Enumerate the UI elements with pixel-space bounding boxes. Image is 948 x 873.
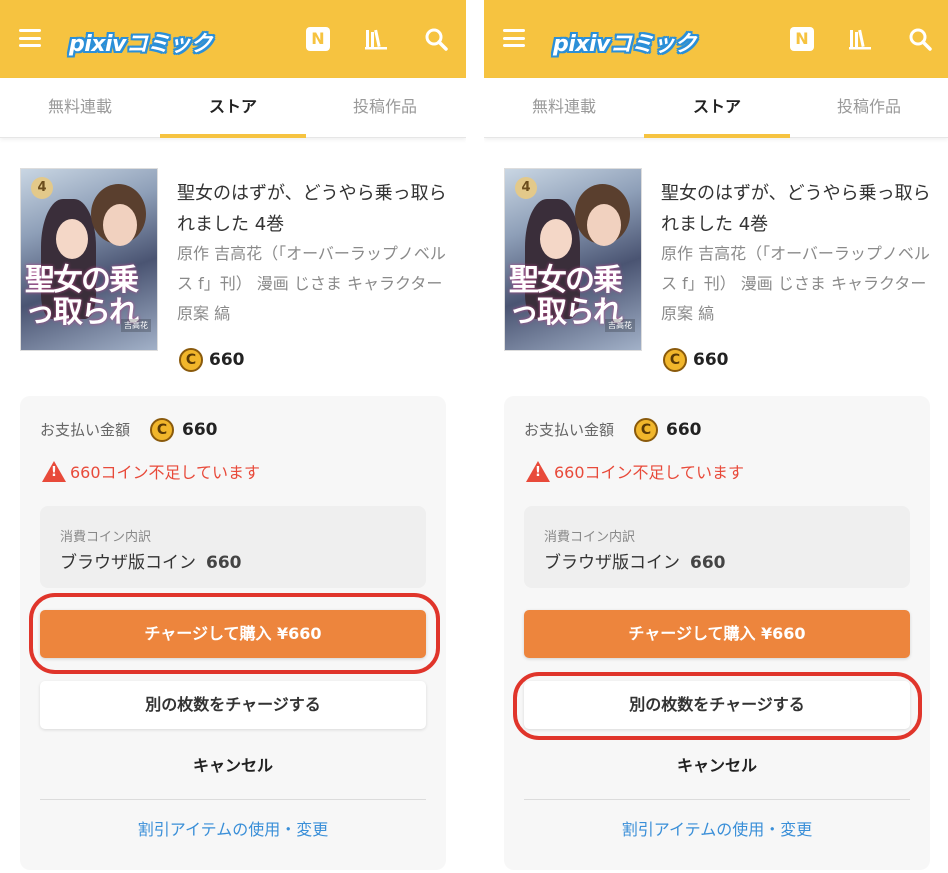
- tab-free-serial[interactable]: 無料連載: [7, 78, 153, 138]
- news-icon[interactable]: N: [306, 27, 330, 51]
- app-header: pixivコミック N: [0, 0, 466, 78]
- tab-store[interactable]: ストア: [160, 78, 306, 138]
- book-cover-image: 4 聖女の乗っ取られ 吉高花: [20, 168, 158, 351]
- warning-icon: [42, 460, 66, 482]
- payment-label: お支払い金額: [40, 421, 131, 439]
- logo-text: pixivコミック: [553, 32, 696, 57]
- coin-icon: [179, 348, 203, 372]
- search-icon[interactable]: [424, 27, 448, 51]
- warning-text: 660コイン不足しています: [554, 463, 745, 482]
- insufficient-coins-warning: 660コイン不足しています: [526, 459, 744, 483]
- payment-label: お支払い金額: [524, 421, 615, 439]
- pixiv-comic-logo[interactable]: pixivコミック: [69, 26, 229, 57]
- book-cover-image: 4 聖女の乗っ取られ 吉高花: [504, 168, 642, 351]
- bookshelf-icon[interactable]: [364, 27, 388, 51]
- cancel-button[interactable]: キャンセル: [524, 746, 910, 786]
- tab-bar: 無料連載 ストア 投稿作品: [484, 78, 948, 138]
- book-title: 聖女のはずが、どうやら乗っ取られました 4巻: [177, 183, 447, 235]
- charge-and-buy-button[interactable]: チャージして購入 ¥660: [524, 610, 910, 658]
- volume-badge: 4: [31, 177, 53, 199]
- tab-store[interactable]: ストア: [644, 78, 790, 138]
- screen-left: pixivコミック N 無料連載 ストア 投稿作品 4 聖女の乗っ取られ 吉高花…: [0, 0, 466, 873]
- cover-author: 吉高花: [605, 319, 635, 332]
- bookshelf-icon[interactable]: [848, 27, 872, 51]
- payment-amount: 660: [666, 420, 702, 440]
- charge-other-amount-button[interactable]: 別の枚数をチャージする: [40, 681, 426, 729]
- divider: [40, 799, 426, 800]
- divider: [524, 799, 910, 800]
- tab-bar: 無料連載 ストア 投稿作品: [0, 78, 466, 138]
- tab-posted-works[interactable]: 投稿作品: [312, 78, 458, 138]
- warning-text: 660コイン不足しています: [70, 463, 261, 482]
- breakdown-value: ブラウザ版コイン 660: [544, 553, 726, 573]
- coin-icon: [634, 418, 658, 442]
- news-icon[interactable]: N: [790, 27, 814, 51]
- charge-other-amount-button[interactable]: 別の枚数をチャージする: [524, 681, 910, 729]
- price-value: 660: [693, 350, 729, 370]
- app-header: pixivコミック N: [484, 0, 948, 78]
- coin-icon: [663, 348, 687, 372]
- book-price: 660: [179, 348, 245, 374]
- search-icon[interactable]: [908, 27, 932, 51]
- book-title: 聖女のはずが、どうやら乗っ取られました 4巻: [661, 183, 931, 235]
- book-credits: 原作 吉高花（「オーバーラップノベルス f」刊） 漫画 じさま キャラクター原案…: [661, 244, 930, 323]
- coin-breakdown: 消費コイン内訳 ブラウザ版コイン 660: [524, 506, 910, 588]
- breakdown-label: 消費コイン内訳: [544, 530, 636, 545]
- menu-icon[interactable]: [19, 29, 41, 47]
- tab-free-serial[interactable]: 無料連載: [491, 78, 637, 138]
- purchase-card: お支払い金額 660 660コイン不足しています 消費コイン内訳 ブラウザ版コイ…: [504, 396, 930, 870]
- cancel-button[interactable]: キャンセル: [40, 746, 426, 786]
- menu-icon[interactable]: [503, 29, 525, 47]
- insufficient-coins-warning: 660コイン不足しています: [42, 459, 260, 483]
- tab-posted-works[interactable]: 投稿作品: [796, 78, 942, 138]
- breakdown-label: 消費コイン内訳: [60, 530, 152, 545]
- breakdown-value: ブラウザ版コイン 660: [60, 553, 242, 573]
- warning-icon: [526, 460, 550, 482]
- coin-icon: [150, 418, 174, 442]
- cover-author: 吉高花: [121, 319, 151, 332]
- logo-text: pixivコミック: [69, 32, 212, 57]
- coin-breakdown: 消費コイン内訳 ブラウザ版コイン 660: [40, 506, 426, 588]
- pixiv-comic-logo[interactable]: pixivコミック: [553, 26, 713, 57]
- book-price: 660: [663, 348, 729, 374]
- book-credits: 原作 吉高花（「オーバーラップノベルス f」刊） 漫画 じさま キャラクター原案…: [177, 244, 446, 323]
- volume-badge: 4: [515, 177, 537, 199]
- discount-items-link[interactable]: 割引アイテムの使用・変更: [40, 816, 426, 840]
- purchase-card: お支払い金額 660 660コイン不足しています 消費コイン内訳 ブラウザ版コイ…: [20, 396, 446, 870]
- payment-amount: 660: [182, 420, 218, 440]
- charge-and-buy-button[interactable]: チャージして購入 ¥660: [40, 610, 426, 658]
- discount-items-link[interactable]: 割引アイテムの使用・変更: [524, 816, 910, 840]
- price-value: 660: [209, 350, 245, 370]
- screen-right: pixivコミック N 無料連載 ストア 投稿作品 4 聖女の乗っ取られ 吉高花…: [484, 0, 948, 873]
